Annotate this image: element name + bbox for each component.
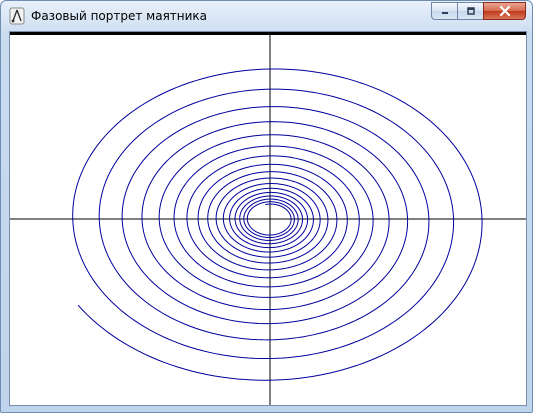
maximize-icon bbox=[466, 7, 475, 15]
close-icon bbox=[499, 5, 510, 17]
close-button[interactable] bbox=[483, 2, 526, 20]
minimize-button[interactable] bbox=[431, 2, 457, 20]
minimize-icon bbox=[441, 12, 448, 14]
phase-trajectory-spiral bbox=[72, 68, 483, 381]
window-title: Фазовый портрет маятника bbox=[31, 9, 208, 23]
title-bar[interactable]: Фазовый портрет маятника bbox=[1, 1, 532, 31]
window-controls bbox=[431, 2, 526, 21]
plot-area bbox=[9, 31, 527, 406]
maximize-button[interactable] bbox=[457, 2, 483, 20]
app-window: Фазовый портрет маятника bbox=[0, 0, 533, 413]
phase-portrait-plot bbox=[10, 32, 526, 405]
pendulum-icon bbox=[9, 7, 25, 25]
